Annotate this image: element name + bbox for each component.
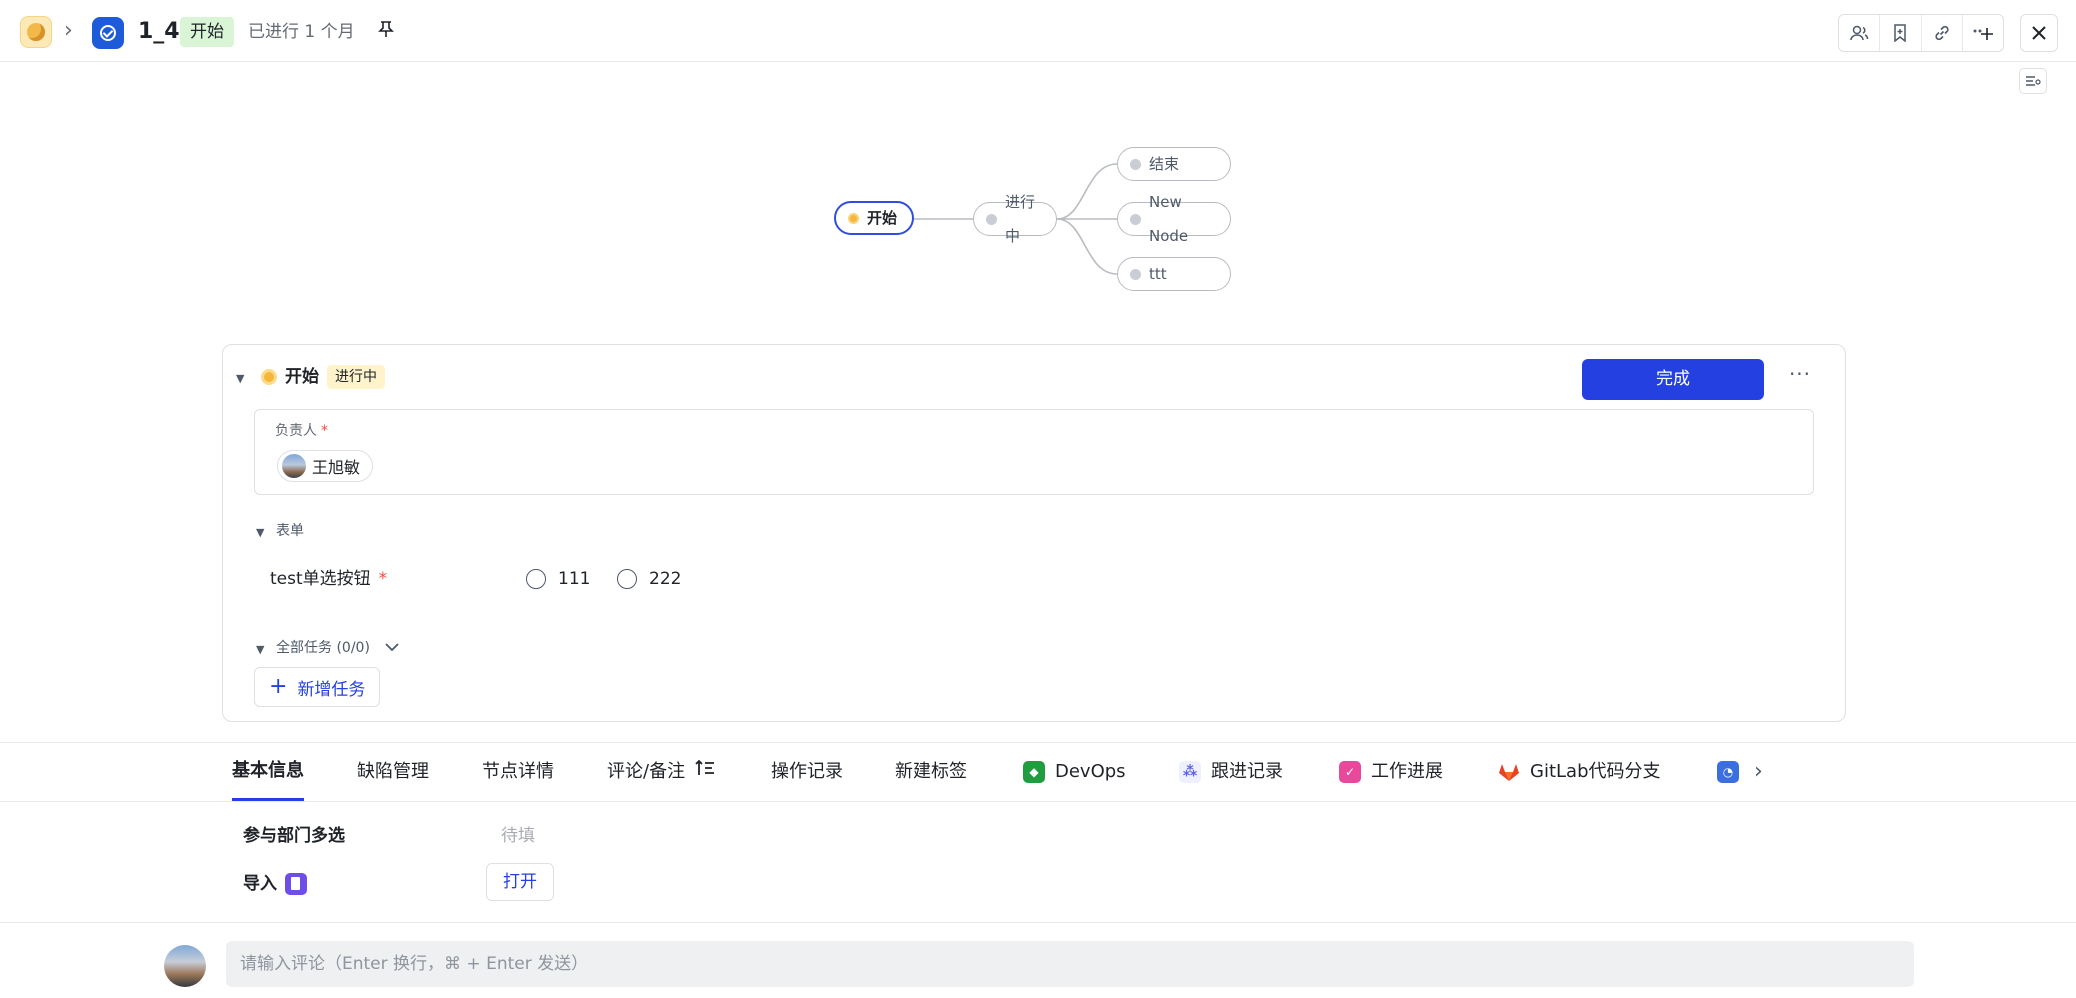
radio-option-label: 111 [558,569,591,589]
node-card: ▼ 开始 进行中 完成 ··· 负责人 * 王旭敏 ▼ 表单 test单选按钮 * … [222,344,1846,722]
add-task-label: 新增任务 [297,679,366,700]
flow-node-label: ttt [1149,265,1167,283]
tab-new-label[interactable]: 新建标签 [895,743,967,801]
tab-label: 评论/备注 [607,761,686,782]
form-collapse-caret-icon[interactable]: ▼ [256,526,264,539]
radio-option-111[interactable]: 111 [526,567,590,591]
tab-work-progress[interactable]: ✓ 工作进展 [1339,743,1443,801]
tab-label: 节点详情 [482,761,554,782]
import-field-label: 导入 [243,872,307,896]
assignee-name: 王旭敏 [312,458,361,477]
work-progress-icon: ✓ [1339,761,1361,783]
department-field-value[interactable]: 待填 [501,824,535,848]
tab-overflow-app[interactable]: ◔ [1717,743,1739,801]
collapse-caret-icon[interactable]: ▼ [236,372,244,385]
node-status-badge: 进行中 [327,365,385,389]
flow-node-in-progress[interactable]: 进行中 [973,193,1057,245]
comment-input[interactable] [226,941,1914,987]
node-status-dot [1130,213,1141,225]
node-status-dot [986,213,997,225]
flow-edges [914,163,1118,275]
required-mark: * [321,423,328,439]
complete-button[interactable]: 完成 [1582,359,1764,400]
follow-up-icon: ⁂ [1179,761,1201,783]
flow-node-ttt[interactable]: ttt [1117,257,1231,291]
sort-icon[interactable] [695,743,715,801]
flow-node-label: 结束 [1149,155,1180,173]
tab-follow-up[interactable]: ⁂ 跟进记录 [1179,743,1283,801]
radio-field-label: test单选按钮 * [270,566,387,592]
avatar [282,454,306,478]
assignee-field[interactable]: 负责人 * 王旭敏 [254,409,1814,495]
tab-node-details[interactable]: 节点详情 [482,743,554,801]
assignee-label-text: 负责人 [275,423,317,439]
tab-defect-management[interactable]: 缺陷管理 [357,743,429,801]
tab-label: 跟进记录 [1211,761,1283,782]
tab-label: 工作进展 [1371,761,1443,782]
detail-tabs: 基本信息 缺陷管理 节点详情 评论/备注 操作记录 新建标签 ◆ DevOps … [0,742,2076,802]
more-icon[interactable]: ··· [1783,364,1817,391]
comment-bar [0,922,2076,998]
node-status-dot [848,212,859,224]
node-status-icon [261,369,277,385]
assignee-label: 负责人 * [275,421,328,441]
tasks-label[interactable]: 全部任务 (0/0) [276,637,370,659]
gitlab-icon [1498,761,1520,783]
plus-icon: + [269,674,288,699]
tab-label: 缺陷管理 [357,761,429,782]
tasks-collapse-caret-icon[interactable]: ▼ [256,643,264,656]
flow-node-label: 进行中 [1005,193,1036,245]
tab-label: 新建标签 [895,761,967,782]
add-task-button[interactable]: + 新增任务 [254,667,381,707]
department-field-label: 参与部门多选 [243,826,345,846]
devops-icon: ◆ [1023,761,1045,783]
app-icon: ◔ [1717,761,1739,783]
chevron-down-icon[interactable] [385,637,399,659]
radio-option-label: 222 [649,569,682,589]
tab-label: 操作记录 [771,761,843,782]
tab-devops[interactable]: ◆ DevOps [1023,743,1126,801]
tab-label: GitLab代码分支 [1530,761,1661,782]
tab-comments[interactable]: 评论/备注 [607,743,715,801]
import-doc-icon [285,873,307,895]
radio-option-222[interactable]: 222 [617,567,681,591]
node-title: 开始 [285,367,319,387]
node-status-dot [1130,268,1141,280]
radio-circle[interactable] [617,569,637,589]
required-mark: * [378,569,388,589]
tab-gitlab[interactable]: GitLab代码分支 [1498,743,1661,801]
flow-node-label: 开始 [867,209,898,227]
chevron-right-icon[interactable]: › [1754,743,1763,801]
tab-label: DevOps [1055,761,1126,782]
assignee-chip[interactable]: 王旭敏 [277,450,374,482]
flow-node-end[interactable]: 结束 [1117,147,1231,181]
node-status-dot [1130,158,1141,170]
import-label-text: 导入 [243,874,277,894]
flow-node-new-node[interactable]: New Node [1117,193,1231,245]
flow-node-label: New Node [1149,193,1189,245]
tab-operation-log[interactable]: 操作记录 [771,743,843,801]
avatar [164,945,206,987]
open-button[interactable]: 打开 [486,863,554,901]
tab-label: 基本信息 [232,759,304,781]
form-section-label[interactable]: 表单 [276,520,304,542]
tab-basic-info[interactable]: 基本信息 [232,743,304,801]
flow-node-start[interactable]: 开始 [834,201,914,235]
radio-circle[interactable] [526,569,546,589]
radio-field-label-text: test单选按钮 [270,569,371,589]
flow-diagram: 开始 进行中 结束 New Node ttt [0,0,2076,330]
